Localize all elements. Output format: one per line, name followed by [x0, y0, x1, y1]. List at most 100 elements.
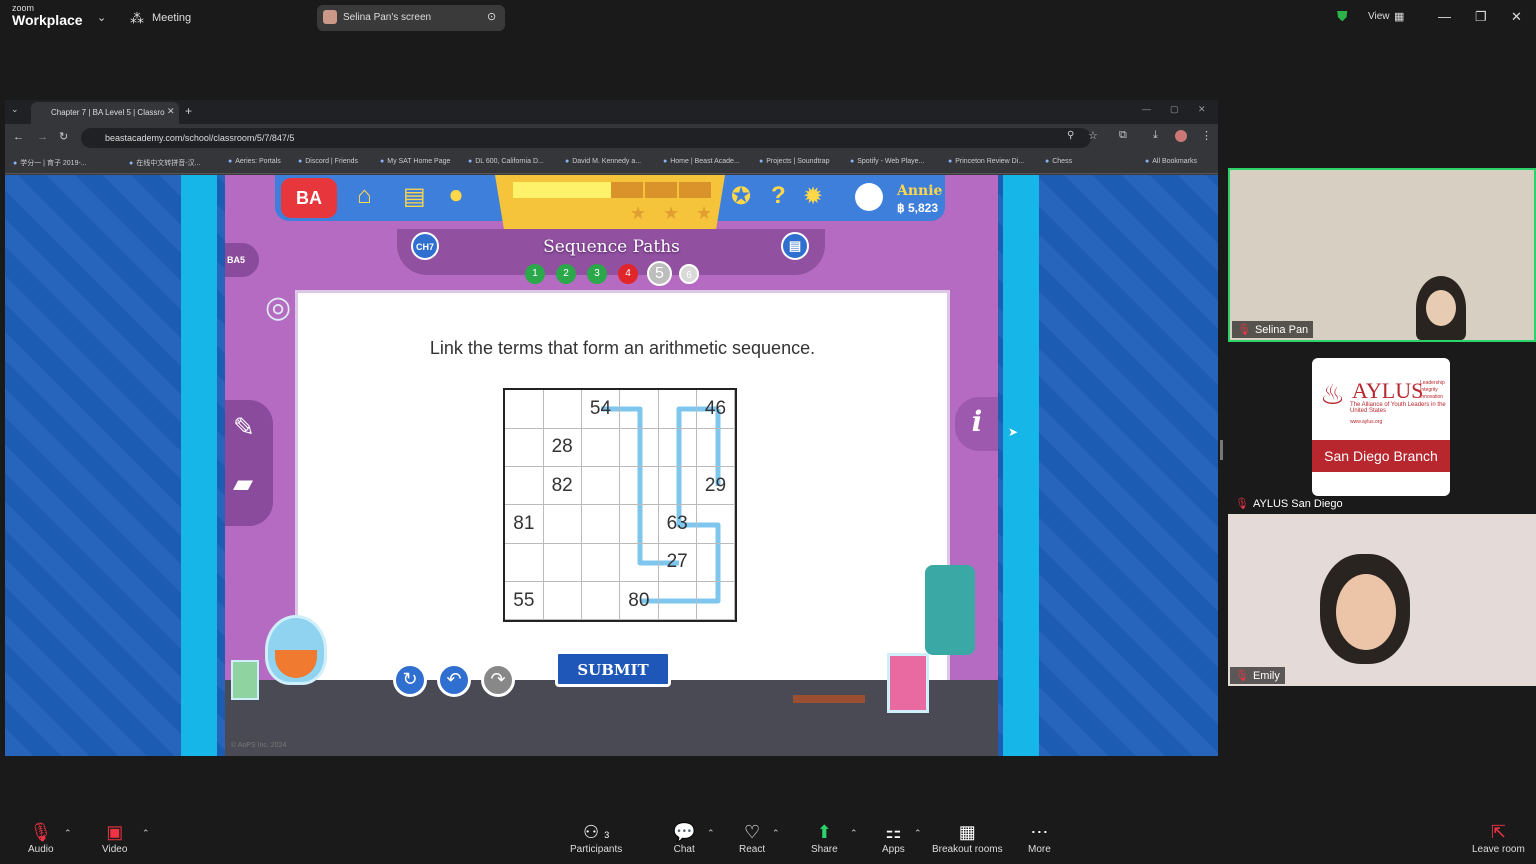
grid-cell[interactable]: 63	[658, 505, 697, 544]
grid-cell[interactable]: 29	[696, 466, 736, 506]
level-dot[interactable]: 6	[679, 264, 699, 284]
breakout-rooms-button[interactable]: ▦ Breakout rooms	[932, 822, 1003, 855]
video-camera-icon[interactable]: ⏺	[450, 182, 462, 210]
browser-tab[interactable]: Chapter 7 | BA Level 5 | Classro	[31, 102, 179, 124]
forward-icon[interactable]: →	[37, 131, 48, 143]
participants-button[interactable]: ⚇ 3 Participants	[570, 822, 622, 855]
bookmark-item[interactable]: Chess	[1045, 158, 1072, 165]
grid-cell[interactable]	[696, 428, 736, 467]
react-button[interactable]: ♡ React	[739, 822, 765, 855]
submit-button[interactable]: SUBMIT	[555, 651, 671, 687]
undo-button[interactable]: ↶	[437, 663, 471, 697]
bookmark-star-icon[interactable]: ☆	[1088, 129, 1098, 142]
grid-cell[interactable]	[658, 466, 697, 506]
ba-logo-button[interactable]: BA	[281, 178, 337, 218]
grid-cell[interactable]	[696, 505, 736, 544]
chat-chevron-icon[interactable]: ⌃	[707, 828, 715, 839]
download-icon[interactable]: ⤓	[1153, 129, 1158, 142]
video-options-chevron-icon[interactable]: ⌃	[142, 828, 150, 839]
new-tab-icon[interactable]: +	[185, 104, 192, 118]
all-bookmarks[interactable]: All Bookmarks	[1145, 158, 1197, 165]
grid-cell[interactable]	[620, 543, 659, 582]
browser-menu-icon[interactable]: ⋮	[1201, 129, 1212, 142]
restore-icon[interactable]: ❐	[1475, 9, 1487, 25]
grid-cell[interactable]	[505, 390, 544, 429]
browser-restore-icon[interactable]: ▢	[1170, 104, 1179, 115]
grid-cell[interactable]	[696, 543, 736, 582]
grid-cell[interactable]	[696, 581, 736, 621]
grid-cell[interactable]	[505, 428, 544, 467]
more-options-icon[interactable]: ⊙	[487, 10, 496, 23]
meeting-label[interactable]: Meeting	[152, 12, 191, 24]
help-icon[interactable]: ?	[771, 182, 786, 210]
level-dot-current[interactable]: 5	[647, 261, 672, 286]
grid-cell[interactable]	[620, 505, 659, 544]
user-avatar[interactable]	[855, 183, 883, 211]
grid-cell[interactable]: 28	[543, 428, 582, 467]
video-aylus[interactable]: ♨ AYLUS Leadership Integrity Innovation …	[1228, 344, 1536, 514]
grid-cell[interactable]	[543, 581, 582, 621]
grid-cell[interactable]	[543, 505, 582, 544]
screen-share-pill[interactable]: Selina Pan's screen ⊙	[317, 5, 505, 31]
tab-list-icon[interactable]: ⌄	[11, 104, 19, 115]
video-emily[interactable]: 🎙 Emily	[1228, 514, 1536, 686]
panel-resize-handle[interactable]	[1220, 440, 1223, 460]
url-field[interactable]: beastacademy.com/school/classroom/5/7/84…	[81, 128, 1091, 148]
grid-cell[interactable]	[543, 390, 582, 429]
more-button[interactable]: ⋯ More	[1028, 822, 1051, 855]
pencil-icon[interactable]: ✎	[233, 412, 255, 443]
minimize-icon[interactable]: —	[1438, 9, 1451, 24]
bookmark-item[interactable]: Discord | Friends	[298, 158, 358, 165]
apps-chevron-icon[interactable]: ⌃	[914, 828, 922, 839]
grid-cell[interactable]: 46	[696, 390, 736, 429]
grid-cell[interactable]	[505, 543, 544, 582]
shield-icon[interactable]: ⛊	[1337, 8, 1348, 25]
award-icon[interactable]: ✪	[731, 182, 751, 211]
audio-button[interactable]: 🎙 Audio	[28, 822, 54, 855]
grid-cell[interactable]	[658, 428, 697, 467]
grid-cell[interactable]	[543, 543, 582, 582]
zoom-icon[interactable]: ⚲	[1067, 130, 1074, 141]
bookmark-item[interactable]: David M. Kennedy a...	[565, 158, 641, 165]
video-button[interactable]: ▣ Video	[102, 822, 127, 855]
bookmark-item[interactable]: Home | Beast Acade...	[663, 158, 740, 165]
level-dot[interactable]: 3	[587, 264, 607, 284]
bookmark-item[interactable]: Aeries: Portals	[228, 158, 281, 165]
grid-cell[interactable]: 55	[505, 581, 544, 621]
puzzle-grid[interactable]: 54 46 28 82 29 81 63 27 55 80	[503, 388, 737, 622]
grid-cell[interactable]	[620, 466, 659, 506]
info-button[interactable]: i	[955, 397, 998, 451]
share-chevron-icon[interactable]: ⌃	[850, 828, 858, 839]
home-icon[interactable]: ⌂	[357, 182, 372, 210]
grid-cell[interactable]	[581, 505, 621, 544]
grid-cell[interactable]: 54	[581, 390, 621, 429]
bookmark-item[interactable]: Projects | Soundtrap	[759, 158, 829, 165]
reload-icon[interactable]: ↻	[59, 130, 68, 143]
reset-button[interactable]: ↻	[393, 663, 427, 697]
video-selina[interactable]: 🎙 Selina Pan	[1228, 168, 1536, 342]
bookmark-item[interactable]: My SAT Home Page	[380, 158, 450, 165]
browser-minimize-icon[interactable]: —	[1142, 104, 1151, 114]
leave-room-button[interactable]: ⇱ Leave room	[1472, 822, 1525, 855]
close-icon[interactable]: ✕	[1511, 9, 1522, 25]
grid-cell[interactable]: 27	[658, 543, 697, 582]
profile-avatar[interactable]	[1175, 130, 1187, 142]
view-button[interactable]: View	[1368, 11, 1390, 22]
grid-cell[interactable]	[505, 466, 544, 506]
settings-gear-icon[interactable]: ✹	[803, 182, 823, 211]
grid-cell[interactable]	[581, 581, 621, 621]
level-dot[interactable]: 2	[556, 264, 576, 284]
share-button[interactable]: ⬆ Share	[811, 822, 838, 855]
bookmark-item[interactable]: Princeton Review Di...	[948, 158, 1024, 165]
grid-cell[interactable]	[620, 390, 659, 429]
grid-cell[interactable]	[581, 543, 621, 582]
grid-cell[interactable]	[658, 581, 697, 621]
chat-button[interactable]: 💬 Chat	[673, 822, 695, 855]
chevron-down-icon[interactable]: ⌄	[97, 11, 106, 24]
bookmark-item[interactable]: Spotify - Web Playe...	[850, 158, 924, 165]
apps-button[interactable]: ⚏ Apps	[882, 822, 905, 855]
redo-button[interactable]: ↷	[481, 663, 515, 697]
react-chevron-icon[interactable]: ⌃	[772, 828, 780, 839]
audio-options-chevron-icon[interactable]: ⌃	[64, 828, 72, 839]
user-name[interactable]: Annie	[897, 183, 942, 199]
